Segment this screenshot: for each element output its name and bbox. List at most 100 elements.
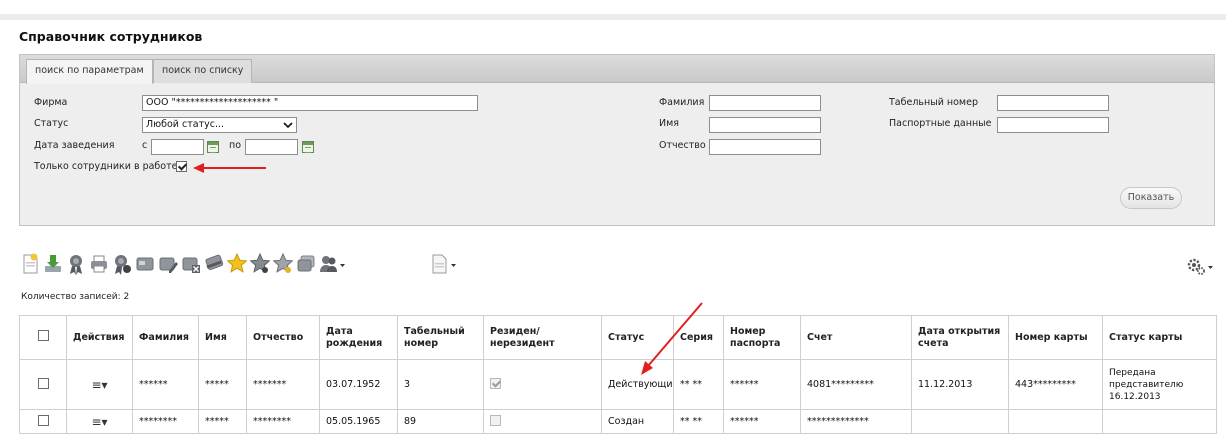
- gear-icon[interactable]: [1186, 256, 1216, 276]
- chevron-down-icon: [283, 122, 293, 129]
- name-label: Имя: [659, 118, 679, 129]
- tab-number-field[interactable]: [997, 95, 1109, 111]
- card-copy-icon[interactable]: [296, 253, 316, 275]
- passport-number-cell: ******: [723, 409, 801, 434]
- col-status[interactable]: Статус: [601, 315, 674, 360]
- row-checkbox[interactable]: [37, 377, 49, 389]
- firm-field[interactable]: ООО "******************** ": [142, 95, 478, 111]
- status-select[interactable]: Любой статус...: [142, 117, 297, 133]
- date-to-field[interactable]: [245, 139, 298, 155]
- star-icon[interactable]: [227, 253, 247, 275]
- search-panel: поиск по параметрам поиск по списку Фирм…: [19, 54, 1215, 226]
- card-status-cell: Передана представителю 16.12.2013: [1102, 359, 1217, 410]
- passport-field[interactable]: [997, 117, 1109, 133]
- records-count: Количество записей: 2: [21, 292, 130, 302]
- date-to-label: по: [229, 140, 242, 151]
- only-working-label: Только сотрудники в работе: [34, 161, 178, 172]
- employees-table: Действия Фамилия Имя Отчество Дата рожде…: [19, 315, 1217, 434]
- award-icon[interactable]: [66, 253, 86, 275]
- col-series[interactable]: Серия: [673, 315, 724, 360]
- passport-label: Паспортные данные: [889, 118, 992, 129]
- col-passport-number[interactable]: Номер паспорта: [723, 315, 801, 360]
- tab-search-by-params[interactable]: поиск по параметрам: [26, 59, 153, 84]
- col-birth-date[interactable]: Дата рождения: [319, 315, 398, 360]
- tab-search-by-list[interactable]: поиск по списку: [153, 59, 253, 83]
- surname-field[interactable]: [709, 95, 821, 111]
- birth-date-cell: 05.05.1965: [319, 409, 398, 434]
- date-label: Дата заведения: [34, 140, 115, 151]
- print-icon[interactable]: [89, 253, 109, 275]
- resident-cell: [483, 409, 602, 434]
- download-icon[interactable]: [43, 253, 63, 275]
- calendar-icon[interactable]: [302, 141, 314, 153]
- resident-checkbox: [490, 377, 501, 389]
- name-field[interactable]: [709, 117, 821, 133]
- calendar-icon[interactable]: [207, 141, 219, 153]
- status-label: Статус: [34, 118, 69, 129]
- card-number-cell: [1008, 409, 1103, 434]
- only-working-checkbox[interactable]: [176, 161, 187, 172]
- account-cell: *************: [800, 409, 912, 434]
- resident-cell: [483, 359, 602, 410]
- card-icon[interactable]: [135, 253, 155, 275]
- document-menu-icon[interactable]: [430, 253, 458, 275]
- firm-label: Фирма: [34, 97, 68, 108]
- patronymic-cell: ********: [246, 409, 320, 434]
- name-cell: *****: [198, 359, 247, 410]
- row-select-cell: [19, 409, 67, 434]
- award-settings-icon[interactable]: [112, 253, 132, 275]
- col-actions[interactable]: Действия: [66, 315, 133, 360]
- surname-label: Фамилия: [659, 97, 705, 108]
- resident-checkbox: [490, 414, 501, 426]
- name-cell: *****: [198, 409, 247, 434]
- row-checkbox[interactable]: [37, 414, 49, 426]
- tab-number-cell: 3: [397, 359, 484, 410]
- actions-menu-icon[interactable]: ≡▾: [91, 415, 107, 429]
- surname-cell: ********: [132, 409, 199, 434]
- col-card-number[interactable]: Номер карты: [1008, 315, 1103, 360]
- col-account[interactable]: Счет: [800, 315, 912, 360]
- tab-number-cell: 89: [397, 409, 484, 434]
- tab-bar: поиск по параметрам поиск по списку: [20, 55, 1214, 84]
- date-from-field[interactable]: [151, 139, 204, 155]
- select-all-cell: [19, 315, 67, 360]
- actions-cell: ≡▾: [66, 359, 133, 410]
- card-edit-icon[interactable]: [158, 253, 178, 275]
- col-card-status[interactable]: Статус карты: [1102, 315, 1217, 360]
- table-row[interactable]: ≡▾ ****** ***** ******* 03.07.1952 3 Дей…: [19, 359, 1217, 410]
- star-outline-icon[interactable]: [273, 253, 293, 275]
- row-select-cell: [19, 359, 67, 410]
- col-surname[interactable]: Фамилия: [132, 315, 199, 360]
- show-button[interactable]: Показать: [1120, 187, 1182, 209]
- tab-number-label: Табельный номер: [889, 97, 978, 108]
- actions-menu-icon[interactable]: ≡▾: [91, 378, 107, 392]
- col-name[interactable]: Имя: [198, 315, 247, 360]
- status-select-value: Любой статус...: [146, 119, 225, 130]
- passport-number-cell: ******: [723, 359, 801, 410]
- card-status-cell: [1102, 409, 1217, 434]
- star-grey-icon[interactable]: [250, 253, 270, 275]
- page-title: Справочник сотрудников: [19, 29, 203, 44]
- actions-cell: ≡▾: [66, 409, 133, 434]
- col-account-open-date[interactable]: Дата открытия счета: [911, 315, 1009, 360]
- account-cell: 4081*********: [800, 359, 912, 410]
- patronymic-cell: *******: [246, 359, 320, 410]
- status-cell: Действующий: [601, 359, 674, 410]
- account-open-date-cell: [911, 409, 1009, 434]
- table-row[interactable]: ≡▾ ******** ***** ******** 05.05.1965 89…: [19, 409, 1217, 434]
- select-all-checkbox[interactable]: [37, 330, 49, 341]
- top-bar: [0, 14, 1226, 20]
- col-patronymic[interactable]: Отчество: [246, 315, 320, 360]
- people-menu-icon[interactable]: [319, 253, 347, 275]
- card-swipe-icon[interactable]: [204, 253, 224, 275]
- patronymic-label: Отчество: [659, 140, 706, 151]
- col-tab-number[interactable]: Табельный номер: [397, 315, 484, 360]
- card-number-cell: 443*********: [1008, 359, 1103, 410]
- patronymic-field[interactable]: [709, 139, 821, 155]
- new-document-icon[interactable]: [20, 253, 40, 275]
- card-delete-icon[interactable]: [181, 253, 201, 275]
- series-cell: ** **: [673, 359, 724, 410]
- col-resident[interactable]: Резиден/нерезидент: [483, 315, 602, 360]
- surname-cell: ******: [132, 359, 199, 410]
- table-header: Действия Фамилия Имя Отчество Дата рожде…: [19, 315, 1217, 360]
